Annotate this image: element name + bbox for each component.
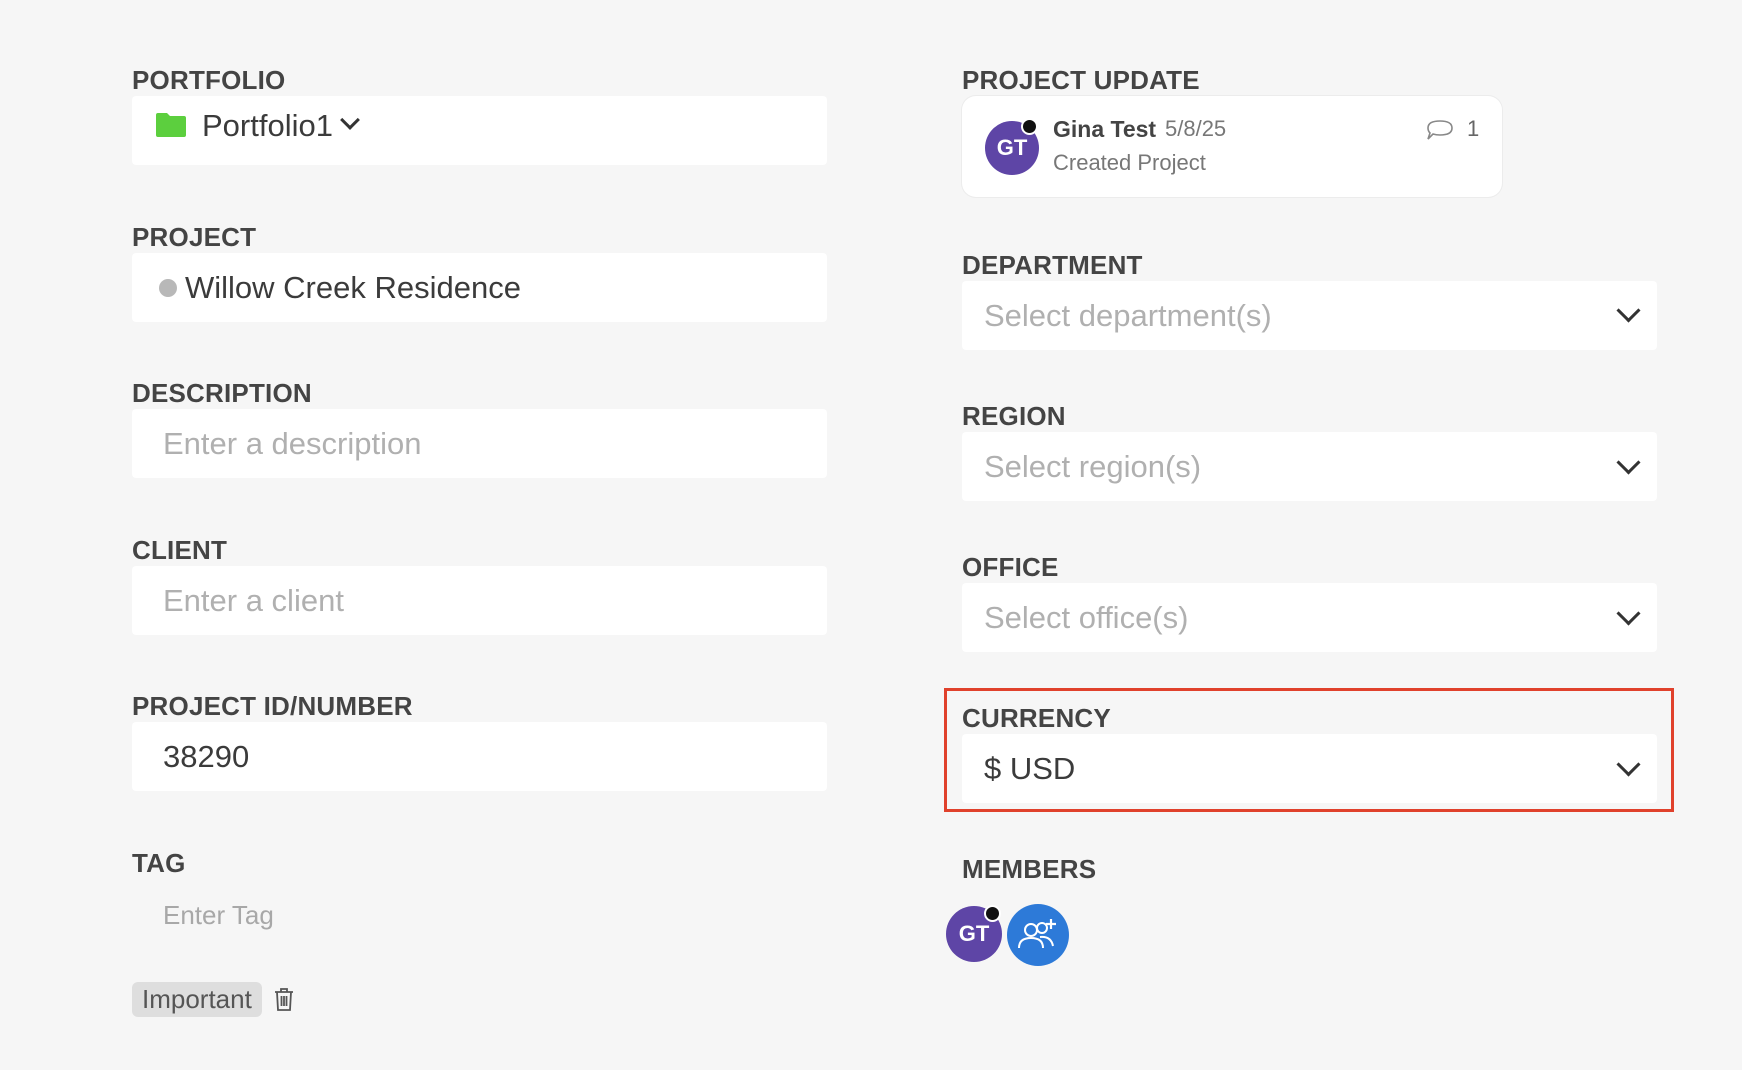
- department-label: DEPARTMENT: [962, 250, 1143, 280]
- comment-count: 1: [1467, 116, 1480, 141]
- comment-icon[interactable]: [1425, 118, 1455, 142]
- update-author: Gina Test: [1053, 116, 1157, 142]
- update-action: Created Project: [1053, 150, 1206, 175]
- department-placeholder: Select department(s): [984, 298, 1272, 333]
- office-label: OFFICE: [962, 552, 1059, 582]
- presence-indicator-icon: [1021, 118, 1038, 135]
- project-value[interactable]: Willow Creek Residence: [185, 270, 521, 306]
- tag-label: TAG: [132, 848, 186, 878]
- add-member-button[interactable]: [1007, 904, 1069, 966]
- office-placeholder: Select office(s): [984, 600, 1189, 635]
- region-placeholder: Select region(s): [984, 449, 1202, 484]
- add-user-icon: [1018, 919, 1056, 949]
- tag-input[interactable]: Enter Tag: [163, 897, 274, 933]
- project-label: PROJECT: [132, 222, 257, 252]
- update-date: 5/8/25: [1165, 116, 1227, 141]
- client-placeholder: Enter a client: [163, 583, 344, 618]
- trash-icon[interactable]: [273, 987, 295, 1011]
- member-presence-indicator-icon: [984, 905, 1001, 922]
- folder-icon: [156, 113, 186, 137]
- description-label: DESCRIPTION: [132, 378, 312, 408]
- project-update-card[interactable]: [962, 96, 1502, 197]
- description-placeholder: Enter a description: [163, 426, 422, 461]
- members-label: MEMBERS: [962, 854, 1097, 884]
- project-id-label: PROJECT ID/NUMBER: [132, 691, 413, 721]
- portfolio-value[interactable]: Portfolio1: [202, 108, 333, 144]
- project-status-dot-icon: [159, 279, 177, 297]
- client-label: CLIENT: [132, 535, 228, 565]
- region-label: REGION: [962, 401, 1066, 431]
- tag-chip[interactable]: Important: [132, 982, 262, 1017]
- project-update-label: PROJECT UPDATE: [962, 65, 1200, 95]
- project-id-value[interactable]: 38290: [163, 739, 249, 775]
- currency-label: CURRENCY: [962, 703, 1111, 733]
- portfolio-label: PORTFOLIO: [132, 65, 286, 95]
- currency-value[interactable]: $ USD: [984, 751, 1075, 787]
